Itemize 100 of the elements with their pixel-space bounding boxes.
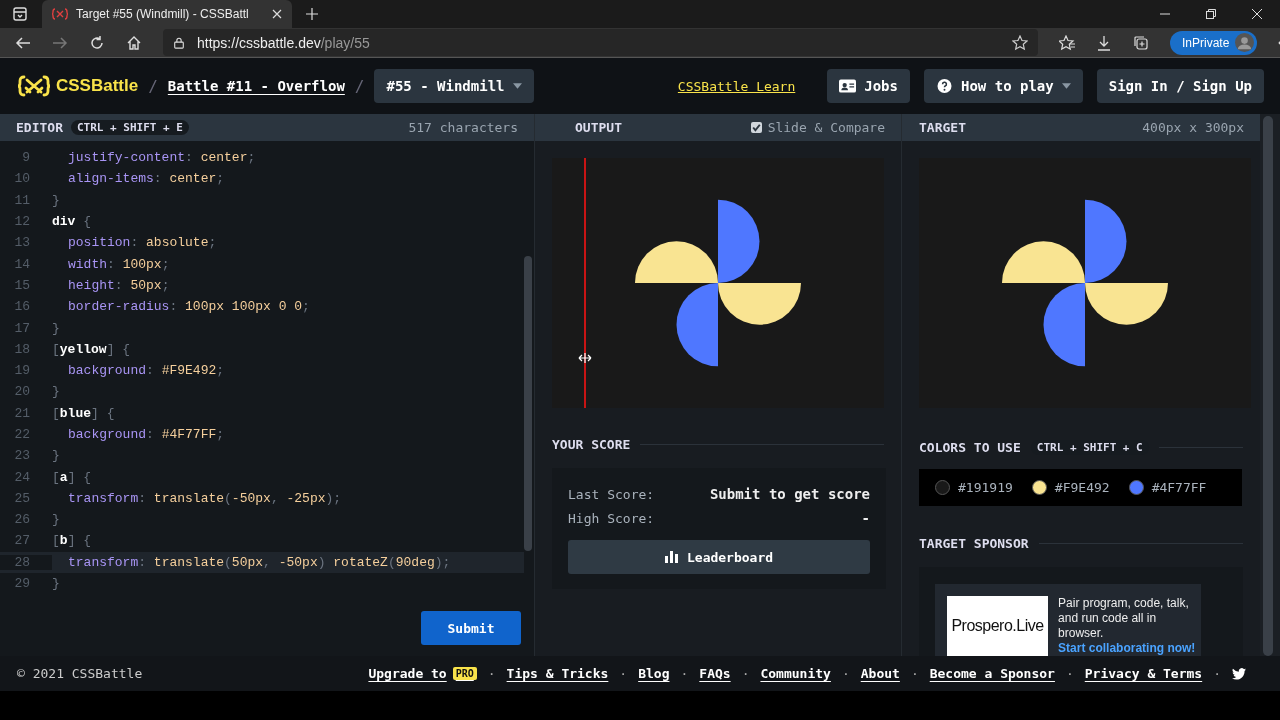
sponsor-link[interactable]: Start collaborating now! [1058, 641, 1196, 655]
code-line[interactable]: 21 [blue] { [0, 402, 525, 424]
footer-link[interactable]: Become a Sponsor [929, 666, 1055, 681]
address-bar[interactable]: https://cssbattle.dev/play/55 [163, 29, 1038, 56]
download-icon[interactable] [1096, 34, 1112, 51]
code-line[interactable]: 23 } [0, 445, 525, 467]
leaderboard-button[interactable]: Leaderboard [568, 540, 871, 574]
close-icon[interactable] [1252, 9, 1262, 19]
code-line[interactable]: 15 height: 50px; [0, 274, 525, 297]
reload-icon[interactable] [89, 34, 105, 51]
close-icon[interactable] [272, 9, 282, 19]
profile-label: InPrivate [1182, 35, 1230, 50]
forward-icon[interactable] [52, 34, 68, 51]
bar-chart-icon [665, 551, 679, 563]
target-dropdown[interactable]: #55 - Windmill [374, 69, 534, 103]
code-line[interactable]: 25 transform: translate(-50px, -25px); [0, 487, 525, 510]
score-value: - [861, 510, 871, 526]
site-logo-text[interactable]: CSSBattle [56, 76, 139, 96]
color-code[interactable]: #191919 [958, 480, 1013, 495]
score-value: Submit to get score [709, 486, 871, 502]
add-favorite-icon[interactable] [1012, 34, 1028, 51]
copyright: © 2021 CSSBattle [17, 666, 143, 681]
how-to-play-button[interactable]: How to play [924, 69, 1083, 103]
help-icon [936, 79, 953, 93]
footer-link[interactable]: Community [760, 666, 831, 681]
color-swatch[interactable] [1031, 480, 1047, 495]
footer-separator: · [680, 666, 689, 681]
code-line[interactable]: 12 div { [0, 210, 525, 233]
restore-icon[interactable] [1206, 9, 1216, 19]
code-line[interactable]: 10 align-items: center; [0, 168, 525, 190]
checkbox[interactable] [750, 122, 762, 133]
favorites-icon[interactable] [1059, 34, 1075, 51]
section-title: YOUR SCORE [552, 437, 631, 452]
checkbox-label[interactable]: Slide & Compare [767, 120, 886, 135]
section-title: TARGET SPONSOR [919, 536, 1029, 551]
code-line[interactable]: 26 } [0, 509, 525, 531]
code-line[interactable]: 13 position: absolute; [0, 232, 525, 254]
sign-in-button[interactable]: Sign In / Sign Up [1096, 69, 1264, 103]
bird-icon[interactable] [1232, 667, 1246, 680]
code-line[interactable]: 22 background: #4F77FF; [0, 423, 525, 446]
inprivate-badge[interactable]: InPrivate [1170, 30, 1258, 55]
scrollbar[interactable] [1260, 114, 1280, 656]
caret-icon [512, 83, 522, 89]
compare-slider-line[interactable] [584, 158, 587, 408]
sponsor-logo: Prospero.Live [947, 596, 1049, 656]
url-host: https://cssbattle.dev [197, 34, 321, 51]
learn-link[interactable]: CSSBattle Learn [677, 78, 796, 94]
code-line[interactable]: 27 [b] { [0, 530, 525, 552]
battle-link[interactable]: Battle #11 - Overflow [167, 78, 345, 94]
panel-title: OUTPUT [575, 120, 622, 135]
avatar-icon [1235, 33, 1255, 52]
collections-icon[interactable] [1133, 34, 1149, 51]
code-line[interactable]: 29 } [0, 572, 525, 595]
resize-cursor-icon [578, 353, 593, 363]
browser-tab[interactable]: Target #55 (Windmill) - CSSBattl [42, 0, 292, 28]
color-swatch[interactable] [935, 480, 951, 495]
footer-separator: · [619, 666, 628, 681]
logo-icon[interactable] [16, 75, 52, 97]
caret-icon [1061, 83, 1071, 89]
target-size: 400px x 300px [1142, 120, 1245, 135]
new-tab-icon[interactable] [306, 8, 318, 20]
tab-actions-icon[interactable] [12, 6, 28, 22]
footer-link[interactable]: Blog [638, 666, 670, 681]
footer-link[interactable]: About [860, 666, 900, 681]
code-line[interactable]: 24 [a] { [0, 466, 525, 488]
home-icon[interactable] [126, 34, 142, 51]
code-line[interactable]: 14 width: 100px; [0, 253, 525, 275]
color-code[interactable]: #4F77FF [1151, 480, 1207, 495]
footer-separator: · [741, 666, 750, 681]
code-line[interactable]: 20 } [0, 381, 525, 403]
panel-title: EDITOR [16, 120, 63, 135]
character-count: 517 characters [408, 120, 519, 135]
breadcrumb-separator: / [148, 76, 158, 96]
url-path: /play/55 [320, 34, 370, 51]
code-line[interactable]: 19 background: #F9E492; [0, 359, 525, 382]
footer-link[interactable]: Tips & Tricks [506, 666, 609, 681]
site-favicon-icon [52, 8, 68, 20]
section-title: COLORS TO USE [919, 440, 1021, 455]
lock-icon [173, 36, 185, 49]
footer-link[interactable]: Privacy & Terms [1084, 666, 1203, 681]
sponsor-ad[interactable]: Prospero.Live Pair program, code, talk, and run code all in browser. Start collaborating now! [935, 584, 1202, 656]
color-code[interactable]: #F9E492 [1054, 480, 1110, 495]
footer-separator: · [910, 666, 919, 681]
code-line[interactable]: 11 } [0, 189, 525, 211]
code-line[interactable]: 9 justify-content: center; [0, 147, 525, 169]
footer-link[interactable]: Upgrade to PRO [368, 666, 477, 681]
back-icon[interactable] [15, 34, 31, 51]
footer-separator: · [487, 666, 496, 681]
footer-separator: · [1065, 666, 1074, 681]
jobs-button[interactable]: Jobs [827, 69, 910, 103]
footer-separator: · [1213, 666, 1221, 681]
footer-link[interactable]: FAQs [699, 666, 731, 681]
code-line[interactable]: 16 border-radius: 100px 100px 0 0; [0, 296, 525, 318]
tab-title: Target #55 (Windmill) - CSSBattl [76, 7, 250, 21]
submit-button[interactable]: Submit [421, 611, 522, 645]
code-line[interactable]: 17 } [0, 317, 525, 339]
id-card-icon [839, 79, 857, 93]
panel-title: TARGET [919, 120, 966, 135]
code-line[interactable]: 18 [yellow] { [0, 338, 525, 360]
color-swatch[interactable] [1128, 480, 1144, 495]
